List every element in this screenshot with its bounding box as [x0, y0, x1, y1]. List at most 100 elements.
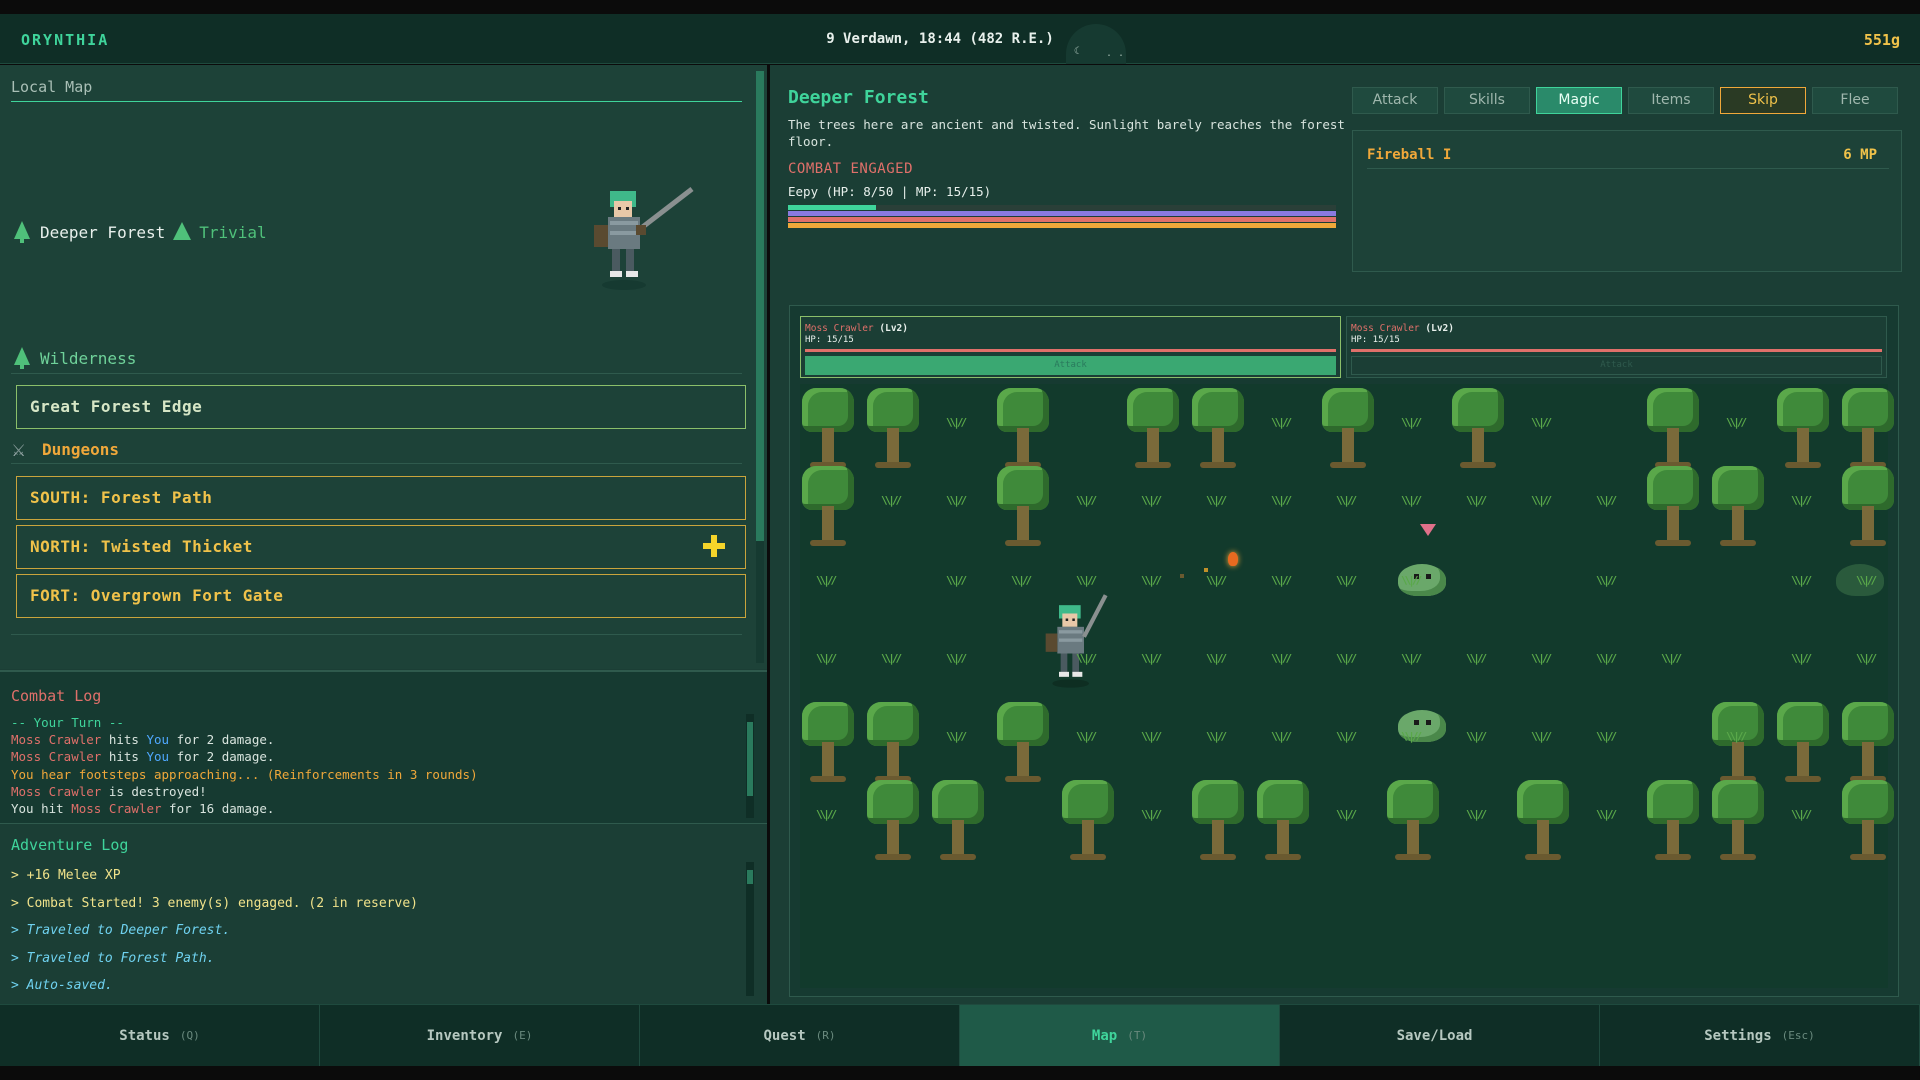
grass-tuft: [816, 652, 842, 666]
scrollbar-thumb[interactable]: [747, 870, 753, 884]
area-description: The trees here are ancient and twisted. …: [788, 117, 1345, 149]
forest-tree: [1710, 780, 1766, 866]
grass-tuft: [1466, 808, 1492, 822]
forest-tree: [1190, 388, 1246, 474]
local-map-panel: Local Map Deeper Forest Trivial Wilderne…: [0, 65, 767, 669]
destination-twisted-thicket[interactable]: NORTH: Twisted Thicket: [16, 525, 746, 569]
right-panel: Deeper Forest The trees here are ancient…: [770, 65, 1920, 1004]
grass-tuft: [1466, 730, 1492, 744]
section-dungeons: ⚔ Dungeons: [12, 437, 119, 462]
tab-skip[interactable]: Skip: [1720, 87, 1806, 114]
destination-overgrown-fort-gate[interactable]: FORT: Overgrown Fort Gate: [16, 574, 746, 618]
grass-tuft: [1206, 652, 1232, 666]
divider: [11, 373, 742, 374]
grass-tuft: [1141, 652, 1167, 666]
tab-flee[interactable]: Flee: [1812, 87, 1898, 114]
enemy-name: Moss Crawler (Lv2): [1351, 323, 1454, 334]
grass-tuft: [1076, 494, 1102, 508]
grass-tuft: [946, 730, 972, 744]
grass-tuft: [816, 574, 842, 588]
log-line: Moss Crawler hits You for 2 damage.: [11, 732, 275, 748]
bottom-nav: Status (Q) Inventory (E) Quest (R) Map (T) S…: [0, 1004, 1920, 1066]
adventure-log-lines: > +16 Melee XP > Combat Started! 3 enemy…: [11, 862, 418, 1000]
destination-forest-path[interactable]: SOUTH: Forest Path: [16, 476, 746, 520]
forest-tree: [1125, 388, 1181, 474]
grass-tuft: [881, 652, 907, 666]
grass-tuft: [1076, 652, 1102, 666]
grass-tuft: [946, 494, 972, 508]
grass-tuft: [1336, 652, 1362, 666]
forest-tree: [865, 388, 921, 474]
area-title: Deeper Forest: [788, 87, 929, 108]
spell-cost: 6 MP: [1843, 147, 1877, 163]
enemy-attack-button[interactable]: Attack: [805, 356, 1336, 375]
forest-tree: [800, 702, 856, 788]
hero-sprite: [1045, 594, 1108, 688]
local-map-scrollbar[interactable]: [756, 71, 764, 663]
enemy-card[interactable]: Moss Crawler (Lv2) HP: 15/15 Attack: [800, 316, 1341, 378]
grass-tuft: [1596, 574, 1622, 588]
forest-tree: [1775, 388, 1831, 474]
grass-tuft: [1271, 574, 1297, 588]
combat-log-panel: Combat Log -- Your Turn -- Moss Crawler …: [0, 670, 767, 823]
grass-tuft: [1791, 574, 1817, 588]
scrollbar-thumb[interactable]: [747, 722, 753, 796]
combat-log-lines: -- Your Turn -- Moss Crawler hits You fo…: [11, 714, 478, 817]
forest-tree: [1320, 388, 1376, 474]
forest-tree: [1255, 780, 1311, 866]
nav-status[interactable]: Status (Q): [0, 1005, 320, 1066]
forest-tree: [1450, 388, 1506, 474]
enemy-card[interactable]: Moss Crawler (Lv2) HP: 15/15 Attack: [1346, 316, 1887, 378]
grass-tuft: [1401, 416, 1427, 430]
forest-tree: [1840, 780, 1896, 866]
secondary-bar-fill: [788, 217, 1336, 222]
scrollbar-thumb[interactable]: [756, 71, 764, 541]
forest-tree: [1060, 780, 1116, 866]
time-of-day-icon: ☾. .: [1066, 24, 1126, 64]
fireball-projectile: [1228, 552, 1238, 566]
nav-settings[interactable]: Settings (Esc): [1600, 1005, 1920, 1066]
log-line: Moss Crawler hits You for 2 damage.: [11, 749, 275, 765]
forest-tree: [1710, 466, 1766, 552]
nav-inventory[interactable]: Inventory (E): [320, 1005, 640, 1066]
forest-tree: [995, 702, 1051, 788]
grass-tuft: [1206, 730, 1232, 744]
nav-save-load[interactable]: Save/Load: [1280, 1005, 1600, 1066]
grass-tuft: [1206, 494, 1232, 508]
grass-tuft: [1011, 574, 1037, 588]
grass-tuft: [1401, 494, 1427, 508]
combat-log-scrollbar[interactable]: [746, 714, 754, 818]
log-entry: > Auto-saved.: [11, 978, 113, 993]
current-location-name: Deeper Forest: [40, 222, 166, 242]
forest-tree: [1190, 780, 1246, 866]
enemy-attack-button[interactable]: Attack: [1351, 356, 1882, 375]
grass-tuft: [1206, 574, 1232, 588]
tab-skills[interactable]: Skills: [1444, 87, 1530, 114]
section-dungeons-label: Dungeons: [42, 440, 120, 459]
destination-great-forest-edge[interactable]: Great Forest Edge: [16, 385, 746, 429]
grass-tuft: [946, 652, 972, 666]
grass-tuft: [1401, 652, 1427, 666]
nav-map[interactable]: Map (T): [960, 1005, 1280, 1066]
destination-label: NORTH: Twisted Thicket: [30, 537, 253, 556]
grass-tuft: [1141, 808, 1167, 822]
adventure-log-scrollbar[interactable]: [746, 862, 754, 996]
battlefield: Moss Crawler (Lv2) HP: 15/15 Attack Moss…: [789, 305, 1899, 997]
tab-magic[interactable]: Magic: [1536, 87, 1622, 114]
nav-quest[interactable]: Quest (R): [640, 1005, 960, 1066]
grass-tuft: [1141, 730, 1167, 744]
grass-tuft: [1076, 730, 1102, 744]
top-bar: ORYNTHIA 9 Verdawn, 18:44 (482 R.E.) ☾. …: [0, 14, 1920, 64]
grass-tuft: [1336, 494, 1362, 508]
enemy-hp-bar: [805, 349, 1336, 352]
forest-tree: [1840, 466, 1896, 552]
tab-attack[interactable]: Attack: [1352, 87, 1438, 114]
log-entry: > Traveled to Forest Path.: [11, 950, 215, 966]
forest-tree: [1515, 780, 1571, 866]
section-wilderness: Wilderness: [12, 347, 136, 369]
spell-fireball[interactable]: Fireball I 6 MP: [1367, 145, 1889, 169]
divider: [11, 463, 742, 464]
local-map-title: Local Map: [11, 78, 93, 96]
grass-tuft: [1076, 574, 1102, 588]
tab-items[interactable]: Items: [1628, 87, 1714, 114]
